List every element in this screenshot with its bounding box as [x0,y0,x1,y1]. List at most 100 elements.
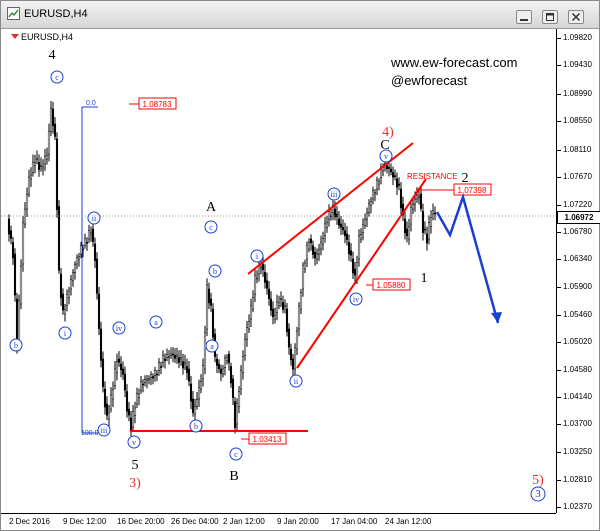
candle-body [153,370,157,376]
wave-B-label: B [229,469,238,484]
candle-body [39,165,43,167]
current-price-badge: 1.06972 [557,211,600,224]
candle-body [281,302,285,310]
candle-body [17,300,21,345]
price-tick [557,424,561,425]
candle-body [229,366,233,384]
candle-body [29,174,33,180]
candle-body [133,407,137,416]
wave-4-red-label: 4) [382,125,394,140]
candle-body [299,292,303,310]
projection-path [435,192,500,324]
candle-body [83,238,87,246]
candle-body [163,358,167,361]
candle-body [295,330,299,350]
candle-body [179,357,183,360]
wave-2-label: 2 [462,171,469,186]
chart-window-icon [7,7,20,25]
time-tick-label: 9 Dec 12:00 [63,517,107,526]
candle-body [23,208,27,225]
minimize-icon[interactable] [516,10,532,24]
candle-body [339,223,343,228]
wave-circle-text-iii_low: iii [101,426,108,435]
price-tick-label: 1.06780 [563,227,592,236]
candle-body [217,363,221,369]
candle-body [203,332,207,370]
chart-area[interactable]: EURUSD,H4 www.ew-forecast.com @ewforecas… [1,29,600,530]
price-tick-label: 1.04140 [563,392,592,401]
price-tick-label: 1.03250 [563,447,592,456]
price-tick-label: 1.09430 [563,60,592,69]
price-plot[interactable]: 0.0 100.0 1.08783 1.03413 1.05880 1.0739… [1,29,556,513]
candle-body [199,381,203,390]
price-box-2: 1.03413 [248,432,287,445]
candle-body [187,368,191,382]
price-tick-label: 1.08550 [563,116,592,125]
candle-body [377,181,381,185]
candle-body [149,374,153,378]
candle-body [27,176,31,195]
candle-body [369,201,373,206]
maximize-icon[interactable] [542,10,558,24]
time-tick-label: 9 Jan 20:00 [277,517,319,526]
candle-body [349,250,353,256]
candle-body [125,391,129,412]
candle-body [95,258,99,294]
candle-body [317,249,321,255]
wave-circle-text-c_A: c [209,223,213,232]
channel-upper-line [247,142,414,275]
candle-body [19,265,23,305]
time-tick-label: 26 Dec 04:00 [171,517,219,526]
candle-body [287,328,291,348]
price-tick [557,205,561,206]
candle-body [21,222,25,265]
price-tick [557,94,561,95]
candle-body [169,353,173,356]
fib-label-0: 0.0 [86,100,96,107]
wave-A-label: A [206,200,217,215]
price-tick [557,177,561,178]
wave-circle-text-three_big: 3 [535,488,541,500]
candle-body [321,238,325,245]
channel-lower-line [296,178,427,369]
candle-body [183,362,187,365]
candle-body [389,168,393,173]
candle-body [233,401,237,428]
price-tick-label: 1.02810 [563,475,592,484]
candle-body [231,378,235,398]
candle-body [427,222,431,240]
candle-body [109,394,113,410]
candle-body [49,108,53,132]
candle-body [315,253,319,260]
candle-body [413,199,417,205]
candle-body [249,305,253,320]
candle-body [367,203,371,213]
candle-body [387,167,391,169]
candle-body [227,353,231,364]
price-tick [557,259,561,260]
candle-body [273,315,277,320]
price-tick [557,507,561,508]
candle-body [85,242,89,244]
candle-body [93,243,97,261]
candle-body [353,268,357,276]
candle-body [243,339,247,356]
time-tick-label: 16 Dec 20:00 [117,517,165,526]
candle-body [43,156,47,165]
time-tick-label: 24 Jan 12:00 [385,517,432,526]
price-tick-label: 1.07670 [563,172,592,181]
candle-body [97,293,101,329]
candle-body [275,301,279,313]
candle-body [113,368,117,386]
candle-body [371,190,375,200]
wave-3-red-label: 3) [129,476,141,491]
candle-body [263,272,267,283]
candle-body [305,244,309,260]
close-icon[interactable] [568,10,584,24]
candle-body [31,162,35,173]
candle-body [357,235,361,260]
candle-body [235,403,239,425]
candle-body [71,272,75,281]
candle-body [323,223,327,236]
candle-body [247,321,251,330]
